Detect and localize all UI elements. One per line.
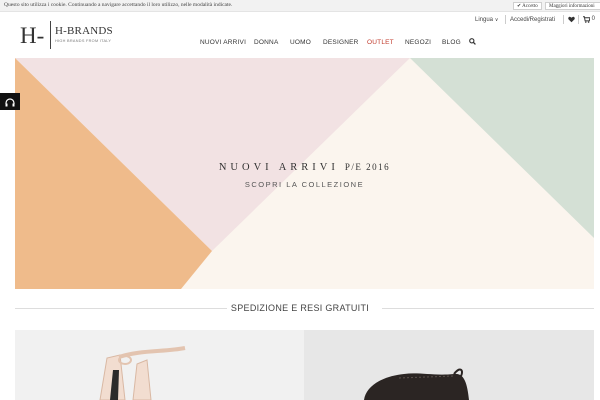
hero-geometric-background — [15, 58, 594, 289]
nav-item-negozi[interactable]: NEGOZI — [405, 39, 431, 46]
wishlist-heart-icon[interactable] — [568, 16, 575, 25]
nav-item-designer[interactable]: DESIGNER — [323, 39, 359, 46]
nav-item-nuovi-arrivi[interactable]: NUOVI ARRIVI — [200, 39, 246, 46]
cart-icon — [583, 16, 592, 25]
cart-count: 0 — [591, 16, 596, 22]
hero-cta-link[interactable]: SCOPRI LA COLLEZIONE — [15, 180, 594, 189]
logo-name: H-BRANDS — [55, 25, 113, 37]
chevron-down-icon: ∨ — [494, 17, 499, 23]
cookie-bar: Questo sito utilizza i cookie. Continuan… — [0, 0, 600, 12]
sandal-image — [99, 346, 186, 400]
logo-divider — [50, 21, 51, 49]
nav-item-donna[interactable]: DONNA — [254, 39, 278, 46]
side-contact-tab[interactable] — [0, 93, 20, 110]
nav-item-uomo[interactable]: UOMO — [290, 39, 311, 46]
hero-title-text: NUOVI ARRIVI — [218, 162, 339, 173]
logo-mark: H- — [20, 23, 45, 48]
cookie-notice-text: Questo sito utilizza i cookie. Continuan… — [4, 2, 233, 8]
sneaker-image — [364, 368, 469, 400]
utility-separator — [505, 15, 506, 24]
headset-icon — [5, 96, 15, 114]
product-tile-sneaker[interactable] — [304, 330, 594, 400]
shipping-divider-right — [382, 308, 594, 309]
logo-tagline: HIGH BRANDS FROM ITALY — [55, 39, 112, 43]
hero-title: NUOVI ARRIVI P/E 2016 — [15, 162, 594, 173]
utility-separator — [563, 15, 564, 24]
language-selector[interactable]: Lingua ∨ — [475, 17, 498, 23]
utility-separator — [578, 15, 579, 24]
cart-button[interactable]: 0 — [583, 16, 595, 25]
language-label: Lingua — [475, 17, 494, 23]
cookie-more-info-button[interactable]: Maggiori informazioni — [545, 2, 600, 10]
hero-banner[interactable]: NUOVI ARRIVI P/E 2016 SCOPRI LA COLLEZION… — [15, 58, 594, 289]
cookie-accept-button[interactable]: ✔ Accetto — [513, 2, 542, 10]
product-tile-sandal[interactable] — [15, 330, 304, 400]
hero-season: P/E 2016 — [344, 162, 391, 172]
login-register-link[interactable]: Accedi/Registrati — [510, 17, 555, 23]
nav-item-blog[interactable]: BLOG — [442, 39, 461, 46]
nav-item-outlet[interactable]: OUTLET — [367, 39, 394, 46]
search-icon[interactable] — [469, 38, 476, 47]
